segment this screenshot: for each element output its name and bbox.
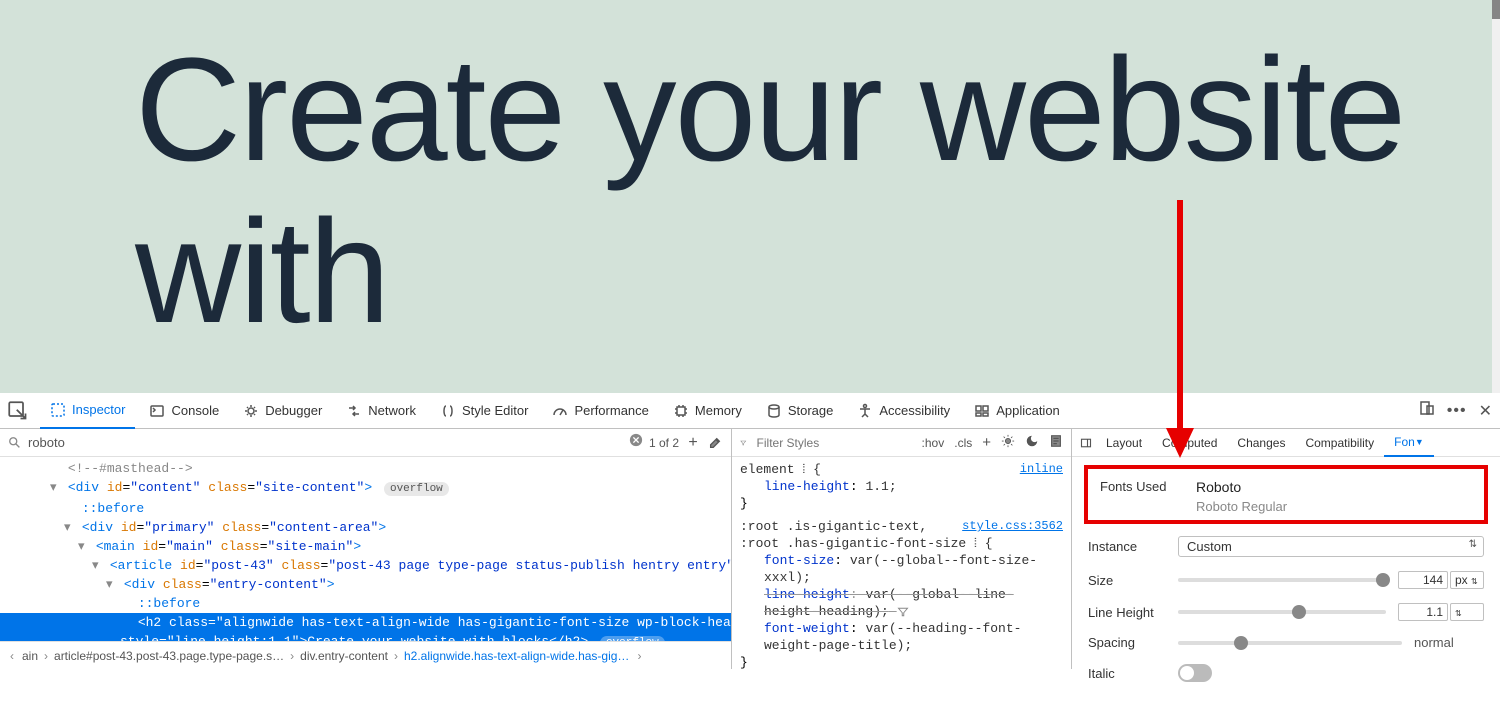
cls-toggle[interactable]: .cls <box>954 436 972 450</box>
side-tabs-collapse-icon[interactable] <box>1076 437 1096 449</box>
viewport-scrollbar-track[interactable] <box>1492 0 1500 393</box>
search-result-count: 1 of 2 <box>649 436 679 450</box>
breadcrumb-item[interactable]: h2.alignwide.has-text-align-wide.has-gig… <box>402 649 631 663</box>
dom-search-bar: 1 of 2 + <box>0 429 731 457</box>
kebab-menu-icon[interactable]: ••• <box>1447 402 1467 420</box>
side-panel: Layout Computed Changes Compatibility Fo… <box>1072 429 1500 669</box>
dom-node[interactable]: ▾ <div id="content" class="site-content"… <box>0 478 731 499</box>
italic-toggle[interactable] <box>1178 664 1212 682</box>
tab-memory[interactable]: Memory <box>663 393 752 429</box>
new-rule-icon[interactable]: + <box>982 434 991 451</box>
source-link[interactable]: inline <box>1020 461 1063 478</box>
styles-toolbar: :hov .cls + <box>732 429 1071 457</box>
responsive-mode-icon[interactable] <box>1419 400 1435 421</box>
twisty-icon[interactable]: ▾ <box>92 556 102 575</box>
line-height-row: Line Height 1.1 ⇅ <box>1088 603 1484 621</box>
twisty-icon[interactable]: ▾ <box>78 537 88 556</box>
font-name: Roboto <box>1196 479 1287 495</box>
print-styles-icon[interactable] <box>1049 434 1063 451</box>
instance-row: Instance Custom <box>1088 536 1484 557</box>
line-height-slider[interactable] <box>1178 610 1386 614</box>
tab-console[interactable]: Console <box>139 393 229 429</box>
tab-changes[interactable]: Changes <box>1227 429 1295 457</box>
light-theme-icon[interactable] <box>1001 434 1015 451</box>
dom-node[interactable]: ▾ <div class="entry-content"> <box>0 575 731 594</box>
devtools-body: 1 of 2 + <!--#masthead-->▾ <div id="cont… <box>0 429 1500 669</box>
spacing-row: Spacing normal <box>1088 635 1484 650</box>
tab-layout[interactable]: Layout <box>1096 429 1152 457</box>
spacing-slider[interactable] <box>1178 641 1402 645</box>
dom-node[interactable]: <h2 class="alignwide has-text-align-wide… <box>0 613 731 641</box>
dark-theme-icon[interactable] <box>1025 434 1039 451</box>
dom-panel: 1 of 2 + <!--#masthead-->▾ <div id="cont… <box>0 429 732 669</box>
filter-styles-input[interactable] <box>757 436 912 450</box>
fonts-content: Fonts Used Roboto Roboto Regular Instanc… <box>1072 457 1500 708</box>
breadcrumb-prev-icon[interactable]: ‹ <box>4 649 20 663</box>
breadcrumb: ‹ ain › article#post-43.post-43.page.typ… <box>0 641 731 669</box>
tab-network[interactable]: Network <box>336 393 426 429</box>
tab-fonts[interactable]: Fon ▼ <box>1384 429 1434 457</box>
tab-compatibility[interactable]: Compatibility <box>1295 429 1384 457</box>
tab-style-editor[interactable]: Style Editor <box>430 393 538 429</box>
breadcrumb-item[interactable]: ain <box>20 649 40 663</box>
size-slider[interactable] <box>1178 578 1386 582</box>
source-link[interactable]: style.css:3562 <box>962 518 1063 535</box>
twisty-icon[interactable]: ▾ <box>106 575 116 594</box>
tab-storage[interactable]: Storage <box>756 393 844 429</box>
tab-computed[interactable]: Computed <box>1152 429 1227 457</box>
page-heading: Create your website with <box>135 30 1500 353</box>
twisty-icon[interactable]: ▾ <box>64 518 74 537</box>
spacing-value: normal <box>1414 635 1484 650</box>
dom-node[interactable]: ▾ <main id="main" class="site-main"> <box>0 537 731 556</box>
clear-search-icon[interactable] <box>629 433 643 452</box>
styles-panel: :hov .cls + inlineelement ⦙ {line-height… <box>732 429 1072 669</box>
dom-node[interactable]: ::before <box>0 594 731 613</box>
devtools-tabbar: Inspector Console Debugger Network Style… <box>0 393 1500 429</box>
size-unit-select[interactable]: px ⇅ <box>1450 571 1484 589</box>
element-picker-icon[interactable] <box>8 401 28 421</box>
filter-icon <box>740 436 747 450</box>
breadcrumb-next-icon[interactable]: › <box>631 649 647 663</box>
tab-inspector[interactable]: Inspector <box>40 393 135 429</box>
overflow-badge[interactable]: overflow <box>384 482 449 496</box>
dom-search-input[interactable] <box>28 435 623 450</box>
twisty-icon[interactable]: ▾ <box>50 478 60 497</box>
line-height-unit-select[interactable]: ⇅ <box>1450 603 1484 621</box>
breadcrumb-item[interactable]: article#post-43.post-43.page.type-page.s… <box>52 649 286 663</box>
breadcrumb-item[interactable]: div.entry-content <box>298 649 390 663</box>
italic-row: Italic <box>1088 664 1484 682</box>
line-height-value-input[interactable]: 1.1 <box>1398 603 1448 621</box>
close-devtools-icon[interactable]: ✕ <box>1479 401 1492 421</box>
size-row: Size 144 px ⇅ <box>1088 571 1484 589</box>
chevron-down-icon: ▼ <box>1415 437 1424 447</box>
tab-accessibility[interactable]: Accessibility <box>847 393 960 429</box>
tab-application[interactable]: Application <box>964 393 1070 429</box>
tab-performance[interactable]: Performance <box>542 393 658 429</box>
tab-debugger[interactable]: Debugger <box>233 393 332 429</box>
viewport-scrollbar-thumb[interactable] <box>1492 0 1500 19</box>
search-icon <box>8 436 22 450</box>
dom-node[interactable]: <!--#masthead--> <box>0 459 731 478</box>
size-value-input[interactable]: 144 <box>1398 571 1448 589</box>
dom-node[interactable]: ▾ <div id="primary" class="content-area"… <box>0 518 731 537</box>
add-element-icon[interactable]: + <box>685 435 701 451</box>
page-viewport: Create your website with <box>0 0 1500 393</box>
styles-rules[interactable]: inlineelement ⦙ {line-height: 1.1;} style… <box>732 457 1071 669</box>
instance-select[interactable]: Custom <box>1178 536 1484 557</box>
fonts-used-box: Fonts Used Roboto Roboto Regular <box>1084 465 1488 524</box>
fonts-used-label: Fonts Used <box>1100 479 1176 514</box>
hov-toggle[interactable]: :hov <box>922 436 945 450</box>
dom-node[interactable]: ::before <box>0 499 731 518</box>
font-variant: Roboto Regular <box>1196 499 1287 514</box>
side-panel-tabs: Layout Computed Changes Compatibility Fo… <box>1072 429 1500 457</box>
dom-tree[interactable]: <!--#masthead-->▾ <div id="content" clas… <box>0 457 731 641</box>
css-rule[interactable]: style.css:3562:root .is-gigantic-text, :… <box>740 518 1063 669</box>
eyedropper-icon[interactable] <box>707 435 723 451</box>
css-rule[interactable]: inlineelement ⦙ {line-height: 1.1;} <box>740 461 1063 512</box>
dom-node[interactable]: ▾ <article id="post-43" class="post-43 p… <box>0 556 731 575</box>
